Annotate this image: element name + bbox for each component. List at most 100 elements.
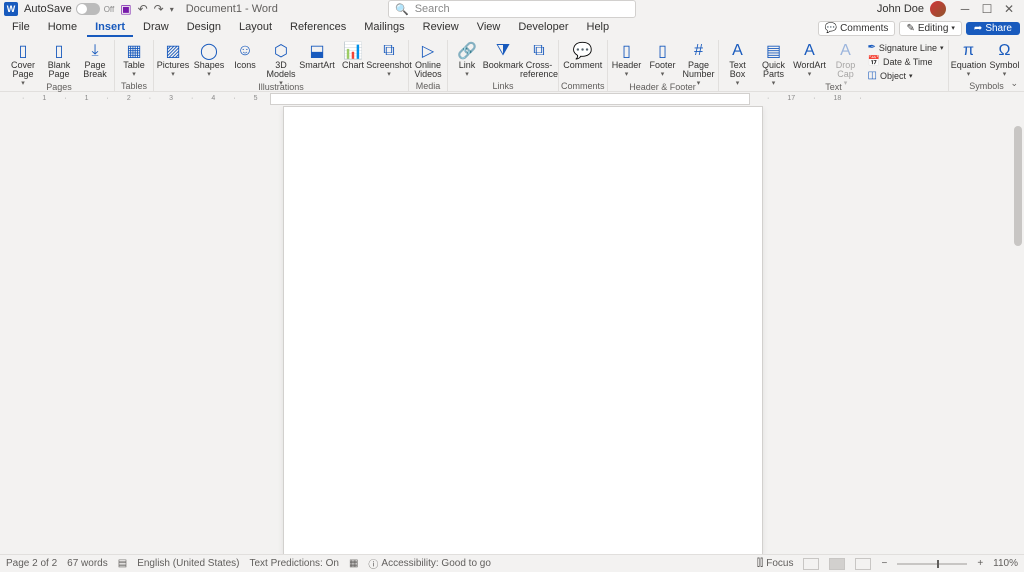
cross-reference-button[interactable]: ⧉Cross-reference bbox=[522, 40, 556, 81]
tab-view[interactable]: View bbox=[469, 19, 509, 37]
scrollbar-thumb[interactable] bbox=[1014, 126, 1022, 246]
chevron-down-icon: ▾ bbox=[21, 79, 25, 87]
page-number-icon: # bbox=[694, 42, 703, 60]
chevron-down-icon: ▾ bbox=[736, 79, 740, 87]
editing-mode-button[interactable]: ✎Editing▾ bbox=[899, 21, 961, 36]
text-box-button[interactable]: AText Box▾ bbox=[721, 40, 755, 89]
comment-button[interactable]: 💬Comment bbox=[566, 40, 600, 72]
footer-button[interactable]: ▯Footer▾ bbox=[646, 40, 680, 80]
comment-icon: 💬 bbox=[573, 42, 593, 60]
undo-icon[interactable]: ↶ bbox=[138, 2, 148, 16]
tab-help[interactable]: Help bbox=[579, 19, 618, 37]
cover-page-icon: ▯ bbox=[19, 42, 28, 60]
ruler-track bbox=[270, 93, 750, 105]
ribbon: ▯Cover Page▾▯Blank Page⤓Page BreakPages▦… bbox=[0, 38, 1024, 92]
chevron-down-icon: ▾ bbox=[909, 72, 913, 80]
search-box[interactable]: 🔍 Search bbox=[388, 0, 636, 18]
signature-line-button[interactable]: ✒Signature Line ▾ bbox=[868, 41, 944, 54]
save-icon[interactable]: ▣ bbox=[120, 2, 131, 16]
close-button[interactable]: ✕ bbox=[998, 2, 1020, 16]
spellcheck-icon[interactable]: ▤ bbox=[118, 558, 127, 569]
object-button[interactable]: ◫Object ▾ bbox=[868, 69, 944, 82]
chevron-down-icon: ▾ bbox=[940, 44, 944, 52]
word-count[interactable]: 67 words bbox=[67, 558, 108, 569]
web-layout-button[interactable] bbox=[855, 558, 871, 570]
focus-icon: ⫿⫿ bbox=[757, 558, 763, 569]
qat-dropdown-icon[interactable]: ▾ bbox=[170, 5, 174, 14]
ruler-vertical[interactable] bbox=[0, 106, 22, 554]
bookmark-button[interactable]: ⧩Bookmark bbox=[486, 40, 520, 72]
pencil-icon: ✎ bbox=[906, 23, 914, 34]
zoom-level[interactable]: 110% bbox=[993, 558, 1018, 569]
tab-file[interactable]: File bbox=[4, 19, 38, 37]
smartart-button[interactable]: ⬓SmartArt bbox=[300, 40, 334, 72]
link-button[interactable]: 🔗Link▾ bbox=[450, 40, 484, 80]
titlebar: W AutoSave Off ▣ ↶ ↷ ▾ Document1 - Word … bbox=[0, 0, 1024, 18]
blank-page-button[interactable]: ▯Blank Page bbox=[42, 40, 76, 81]
autosave-toggle[interactable]: AutoSave Off bbox=[24, 3, 114, 15]
ruler-horizontal[interactable]: ·1·1·2·3·4·5·6·7·8·9·10·11·12·13·14·15·1… bbox=[0, 92, 1024, 106]
tab-layout[interactable]: Layout bbox=[231, 19, 280, 37]
tab-insert[interactable]: Insert bbox=[87, 19, 133, 37]
workspace bbox=[0, 106, 1024, 554]
zoom-slider[interactable] bbox=[897, 563, 967, 565]
chevron-down-icon: ▾ bbox=[132, 70, 136, 78]
header-button[interactable]: ▯Header▾ bbox=[610, 40, 644, 80]
page-break-button[interactable]: ⤓Page Break bbox=[78, 40, 112, 81]
vertical-scrollbar[interactable] bbox=[1010, 106, 1024, 554]
tab-design[interactable]: Design bbox=[179, 19, 229, 37]
tab-mailings[interactable]: Mailings bbox=[356, 19, 412, 37]
tab-draw[interactable]: Draw bbox=[135, 19, 177, 37]
equation-button[interactable]: πEquation▾ bbox=[951, 40, 985, 80]
redo-icon[interactable]: ↷ bbox=[154, 2, 164, 16]
page-indicator[interactable]: Page 2 of 2 bbox=[6, 558, 57, 569]
macro-icon[interactable]: ▦ bbox=[349, 558, 358, 569]
zoom-out-button[interactable]: − bbox=[881, 558, 887, 569]
screenshot-button[interactable]: ⧉Screenshot▾ bbox=[372, 40, 406, 80]
text-box-icon: A bbox=[732, 42, 743, 60]
comments-button[interactable]: 💬Comments bbox=[818, 21, 896, 36]
toggle-switch-icon[interactable] bbox=[76, 3, 100, 15]
share-button[interactable]: ➦Share bbox=[966, 22, 1020, 35]
symbol-button[interactable]: ΩSymbol▾ bbox=[987, 40, 1021, 80]
equation-icon: π bbox=[963, 42, 974, 60]
tab-developer[interactable]: Developer bbox=[510, 19, 576, 37]
wordart-button[interactable]: AWordArt▾ bbox=[793, 40, 827, 80]
document-canvas[interactable] bbox=[22, 106, 1024, 554]
table-button[interactable]: ▦Table▾ bbox=[117, 40, 151, 80]
tab-references[interactable]: References bbox=[282, 19, 354, 37]
quick-parts-button[interactable]: ▤Quick Parts▾ bbox=[757, 40, 791, 89]
online-videos-icon: ▷ bbox=[422, 42, 434, 60]
language-indicator[interactable]: English (United States) bbox=[137, 558, 239, 569]
accessibility-status[interactable]: ⓘAccessibility: Good to go bbox=[368, 556, 491, 571]
user-account[interactable]: John Doe bbox=[877, 1, 946, 17]
online-videos-button[interactable]: ▷Online Videos bbox=[411, 40, 445, 81]
focus-mode-button[interactable]: ⫿⫿Focus bbox=[757, 558, 794, 569]
chevron-down-icon: ▾ bbox=[844, 79, 848, 87]
date-time-button[interactable]: 📅Date & Time bbox=[868, 55, 944, 68]
shapes-icon: ◯ bbox=[200, 42, 218, 60]
pictures-button[interactable]: ▨Pictures▾ bbox=[156, 40, 190, 80]
maximize-button[interactable]: ☐ bbox=[976, 2, 998, 16]
share-icon: ➦ bbox=[974, 23, 982, 34]
icons-icon: ☺ bbox=[237, 42, 253, 60]
pictures-icon: ▨ bbox=[165, 42, 180, 60]
page[interactable] bbox=[283, 106, 763, 554]
read-mode-button[interactable] bbox=[803, 558, 819, 570]
bookmark-icon: ⧩ bbox=[496, 42, 510, 60]
collapse-ribbon-icon[interactable]: ⌄ bbox=[1010, 78, 1018, 89]
minimize-button[interactable]: ─ bbox=[954, 2, 976, 16]
icons-button[interactable]: ☺Icons bbox=[228, 40, 262, 72]
blank-page-icon: ▯ bbox=[55, 42, 64, 60]
group-header-footer: ▯Header▾▯Footer▾#Page Number▾Header & Fo… bbox=[608, 40, 719, 91]
chevron-down-icon: ▾ bbox=[465, 70, 469, 78]
avatar bbox=[930, 1, 946, 17]
tab-review[interactable]: Review bbox=[415, 19, 467, 37]
tab-home[interactable]: Home bbox=[40, 19, 85, 37]
text-predictions[interactable]: Text Predictions: On bbox=[249, 558, 338, 569]
chart-button[interactable]: 📊Chart bbox=[336, 40, 370, 72]
print-layout-button[interactable] bbox=[829, 558, 845, 570]
cover-page-button[interactable]: ▯Cover Page▾ bbox=[6, 40, 40, 89]
shapes-button[interactable]: ◯Shapes▾ bbox=[192, 40, 226, 80]
zoom-in-button[interactable]: + bbox=[977, 558, 983, 569]
